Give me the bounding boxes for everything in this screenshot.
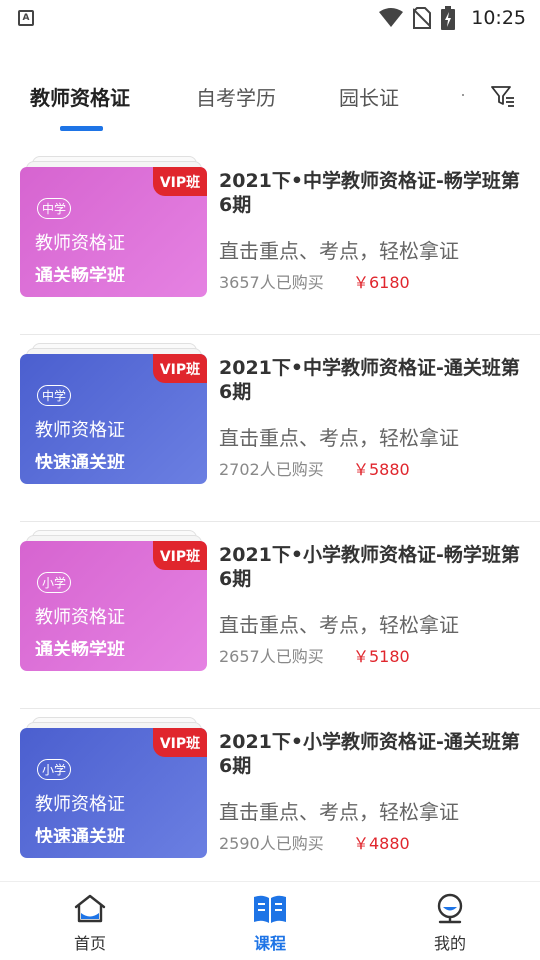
course-card[interactable]: VIP班 中学 教师资格证 快速通关班 2021下•中学教师资格证-通关班第6期… — [20, 335, 540, 522]
nav-home[interactable]: 首页 — [30, 882, 150, 960]
cover-class-text: 通关畅学班 — [35, 640, 125, 656]
course-title: 2021下•中学教师资格证-通关班第6期 — [219, 357, 520, 403]
cover-class-text: 快速通关班 — [35, 827, 125, 843]
tab-overflow-dot — [462, 94, 464, 96]
course-card[interactable]: VIP班 中学 教师资格证 通关畅学班 2021下•中学教师资格证-畅学班第6期… — [20, 148, 540, 335]
buyer-count: 2702人已购买 — [219, 460, 324, 479]
no-sim-icon — [413, 7, 432, 29]
vip-badge: VIP班 — [153, 728, 207, 757]
battery-charging-icon — [441, 6, 456, 30]
course-price: ￥6180 — [353, 273, 410, 292]
cover-cert-text: 教师资格证 — [35, 607, 125, 628]
level-tag: 中学 — [37, 385, 72, 406]
cover-class-text: 快速通关班 — [35, 453, 125, 469]
tab-principal-cert[interactable]: 园长证 — [339, 82, 399, 111]
course-description: 直击重点、考点，轻松拿证 — [219, 426, 459, 450]
course-thumbnail: VIP班 中学 教师资格证 快速通关班 — [20, 343, 207, 484]
nav-courses-label: 课程 — [253, 934, 286, 953]
active-tab-indicator — [60, 126, 103, 131]
course-description: 直击重点、考点，轻松拿证 — [219, 800, 459, 824]
nav-courses[interactable]: 课程 — [210, 882, 330, 960]
status-bar: A 10:25 — [0, 0, 540, 36]
course-title: 2021下•小学教师资格证-畅学班第6期 — [219, 544, 520, 590]
cover-cert-text: 教师资格证 — [35, 420, 125, 441]
nav-home-label: 首页 — [73, 934, 106, 953]
course-cover: VIP班 中学 教师资格证 快速通关班 — [20, 354, 207, 484]
filter-icon[interactable] — [490, 84, 516, 108]
course-cover: VIP班 小学 教师资格证 通关畅学班 — [20, 541, 207, 671]
course-thumbnail: VIP班 小学 教师资格证 快速通关班 — [20, 717, 207, 858]
buyer-count: 2590人已购买 — [219, 834, 324, 853]
profile-icon — [437, 893, 463, 924]
level-tag: 小学 — [37, 759, 72, 780]
course-description: 直击重点、考点，轻松拿证 — [219, 613, 459, 637]
vip-badge: VIP班 — [153, 541, 207, 570]
buyer-count: 2657人已购买 — [219, 647, 324, 666]
cover-cert-text: 教师资格证 — [35, 233, 125, 254]
course-price: ￥5880 — [353, 460, 410, 479]
wifi-icon — [379, 8, 404, 27]
buyer-count: 3657人已购买 — [219, 273, 324, 292]
course-title: 2021下•中学教师资格证-畅学班第6期 — [219, 170, 520, 216]
course-title: 2021下•小学教师资格证-通关班第6期 — [219, 731, 520, 777]
tab-teacher-cert[interactable]: 教师资格证 — [30, 82, 130, 111]
course-card[interactable]: VIP班 小学 教师资格证 通关畅学班 2021下•小学教师资格证-畅学班第6期… — [20, 522, 540, 709]
course-price: ￥5180 — [353, 647, 410, 666]
course-cover: VIP班 中学 教师资格证 通关畅学班 — [20, 167, 207, 297]
course-thumbnail: VIP班 中学 教师资格证 通关畅学班 — [20, 156, 207, 297]
vip-badge: VIP班 — [153, 167, 207, 196]
bottom-nav: 首页 课程 我的 — [0, 881, 540, 960]
vip-badge: VIP班 — [153, 354, 207, 383]
home-icon — [74, 894, 106, 923]
course-cover: VIP班 小学 教师资格证 快速通关班 — [20, 728, 207, 858]
level-tag: 中学 — [37, 198, 72, 219]
cover-class-text: 通关畅学班 — [35, 266, 125, 282]
cover-cert-text: 教师资格证 — [35, 794, 125, 815]
course-list: VIP班 中学 教师资格证 通关畅学班 2021下•中学教师资格证-畅学班第6期… — [0, 148, 540, 896]
course-thumbnail: VIP班 小学 教师资格证 通关畅学班 — [20, 530, 207, 671]
course-price: ￥4880 — [353, 834, 410, 853]
course-card[interactable]: VIP班 小学 教师资格证 快速通关班 2021下•小学教师资格证-通关班第6期… — [20, 709, 540, 896]
nav-profile-label: 我的 — [433, 934, 466, 953]
course-description: 直击重点、考点，轻松拿证 — [219, 239, 459, 263]
app-notification-icon: A — [18, 10, 34, 26]
tab-self-study-degree[interactable]: 自考学历 — [196, 82, 276, 111]
status-time: 10:25 — [471, 7, 526, 29]
category-tabs: 教师资格证 自考学历 园长证 — [0, 72, 540, 136]
book-icon — [254, 895, 286, 923]
nav-profile[interactable]: 我的 — [390, 882, 510, 960]
level-tag: 小学 — [37, 572, 72, 593]
